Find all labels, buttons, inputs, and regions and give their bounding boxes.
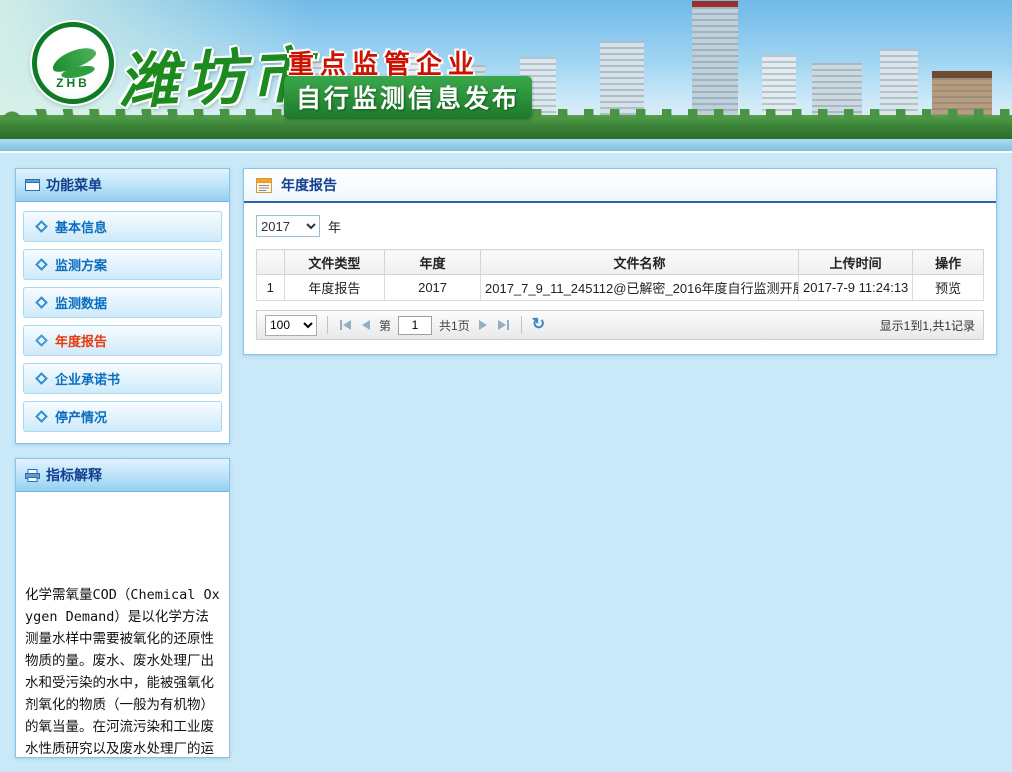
indicator-panel: 指标解释 化学需氧量COD（Chemical Oxygen Demand）是以化… <box>15 458 230 758</box>
diamond-icon <box>35 372 48 385</box>
diamond-icon <box>35 220 48 233</box>
year-filter-row: 2017 年 <box>256 215 984 237</box>
first-page-button[interactable] <box>338 318 353 332</box>
building <box>600 41 644 119</box>
logo-text: ZHB <box>37 76 109 90</box>
function-menu-list: 基本信息 监测方案 监测数据 年度报告 企业承诺书 停产情况 <box>16 202 229 443</box>
header-file-type: 文件类型 <box>284 250 385 275</box>
header-upload-time: 上传时间 <box>799 250 913 275</box>
records-summary: 显示1到1,共1记录 <box>880 317 975 334</box>
report-clipboard-icon <box>255 176 273 194</box>
printer-icon <box>25 469 40 482</box>
diamond-icon <box>35 258 48 271</box>
header-year: 年度 <box>385 250 481 275</box>
header-operation: 操作 <box>913 250 984 275</box>
function-menu-title: 功能菜单 <box>46 175 102 195</box>
cell-file-name: 2017_7_9_11_245112@已解密_2016年度自行监测开展情况年 <box>481 275 799 301</box>
tower-building <box>692 1 738 119</box>
indicator-text: 化学需氧量COD（Chemical Oxygen Demand）是以化学方法测量… <box>16 492 229 758</box>
sidebar-item-production-stoppage[interactable]: 停产情况 <box>23 401 222 432</box>
main-panel: 年度报告 2017 年 文件类型 年度 文件名称 上传时间 操作 <box>243 168 997 355</box>
sidebar-item-label: 年度报告 <box>55 331 107 350</box>
page-title: 年度报告 <box>281 175 337 195</box>
function-menu-panel: 功能菜单 基本信息 监测方案 监测数据 年度报告 企业承诺书 <box>15 168 230 444</box>
sidebar-item-label: 企业承诺书 <box>55 369 120 388</box>
page-number-input[interactable] <box>398 316 432 335</box>
sidebar-item-monitoring-plan[interactable]: 监测方案 <box>23 249 222 280</box>
year-select[interactable]: 2017 <box>256 215 320 237</box>
table-row: 1 年度报告 2017 2017_7_9_11_245112@已解密_2016年… <box>257 275 984 301</box>
page-size-select[interactable]: 100 <box>265 315 317 336</box>
sidebar-item-monitoring-data[interactable]: 监测数据 <box>23 287 222 318</box>
sidebar-item-label: 基本信息 <box>55 217 107 236</box>
header-rownum <box>257 250 285 275</box>
diamond-icon <box>35 410 48 423</box>
refresh-icon[interactable]: ↻ <box>532 317 545 333</box>
window-icon <box>25 179 40 191</box>
annual-report-table: 文件类型 年度 文件名称 上传时间 操作 1 年度报告 2017 2017_7_… <box>256 249 984 301</box>
cell-rownum: 1 <box>257 275 285 301</box>
main-header: 年度报告 <box>244 169 996 203</box>
header-file-name: 文件名称 <box>481 250 799 275</box>
sidebar-item-label: 监测数据 <box>55 293 107 312</box>
table-header-row: 文件类型 年度 文件名称 上传时间 操作 <box>257 250 984 275</box>
page-prefix-label: 第 <box>379 317 391 334</box>
sidebar-item-basic-info[interactable]: 基本信息 <box>23 211 222 242</box>
pager-separator <box>521 316 522 334</box>
banner-river <box>0 139 1012 151</box>
page-suffix-label: 共1页 <box>439 317 470 334</box>
year-suffix-label: 年 <box>328 217 341 236</box>
diamond-icon <box>35 296 48 309</box>
diamond-icon <box>35 334 48 347</box>
sidebar-item-annual-report[interactable]: 年度报告 <box>23 325 222 356</box>
sidebar: 功能菜单 基本信息 监测方案 监测数据 年度报告 企业承诺书 <box>15 168 230 772</box>
cell-year: 2017 <box>385 275 481 301</box>
cell-upload-time: 2017-7-9 11:24:13 <box>799 275 913 301</box>
pagination-bar: 100 第 共1页 ↻ 显示1到1,共1记录 <box>256 310 984 340</box>
site-banner: ZHB 潍坊市 重点监管企业 自行监测信息发布 <box>0 0 1012 153</box>
sidebar-item-label: 监测方案 <box>55 255 107 274</box>
next-page-button[interactable] <box>477 318 489 332</box>
indicator-header: 指标解释 <box>16 459 229 492</box>
main-body: 2017 年 文件类型 年度 文件名称 上传时间 操作 1 年度报告 20 <box>244 203 996 354</box>
epa-logo: ZHB <box>32 22 114 104</box>
sidebar-item-label: 停产情况 <box>55 407 107 426</box>
sidebar-item-commitment-letter[interactable]: 企业承诺书 <box>23 363 222 394</box>
pager-separator <box>327 316 328 334</box>
indicator-title: 指标解释 <box>46 465 102 485</box>
banner-subtitle-2: 自行监测信息发布 <box>284 76 532 119</box>
last-page-button[interactable] <box>496 318 511 332</box>
cell-file-type: 年度报告 <box>284 275 385 301</box>
function-menu-header: 功能菜单 <box>16 169 229 202</box>
preview-link[interactable]: 预览 <box>935 281 961 296</box>
prev-page-button[interactable] <box>360 318 372 332</box>
